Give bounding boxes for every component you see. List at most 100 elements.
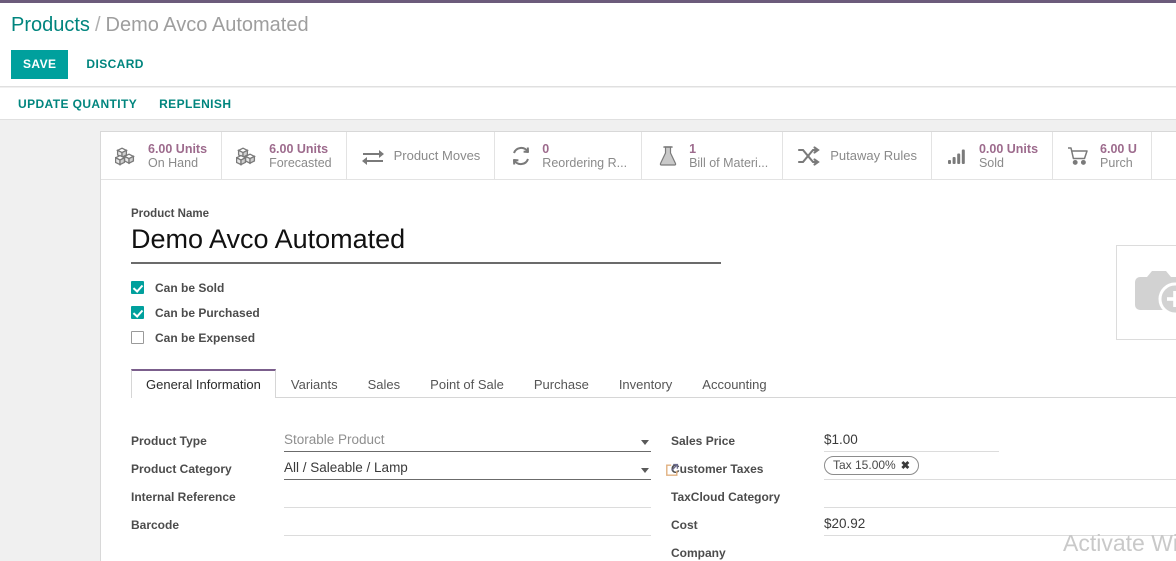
product-name-input[interactable]: [131, 222, 721, 264]
fields-column-left: Product Type Storable Product Product Ca…: [131, 424, 679, 561]
refresh-icon: [509, 144, 533, 168]
stat-label: On Hand: [148, 156, 199, 170]
can-be-sold-label: Can be Sold: [155, 280, 225, 295]
field-label: Sales Price: [671, 434, 736, 448]
can-be-expensed-label: Can be Expensed: [155, 330, 256, 345]
stat-button-product-moves[interactable]: Product Moves: [347, 132, 496, 179]
control-panel: Products / Demo Avco Automated SAVE DISCAR…: [0, 3, 1176, 87]
stat-value: 6.00 U: [1100, 142, 1137, 156]
stat-button-bill-of-materials[interactable]: 1 Bill of Materi...: [642, 132, 784, 179]
field-value-wrap[interactable]: Storable Product: [284, 430, 651, 452]
field-label: Barcode: [131, 518, 180, 532]
form-body: Product Name Can be Sold Can be Purchase…: [101, 180, 1176, 561]
stat-label: Sold: [978, 156, 1004, 170]
stat-value: 1: [689, 142, 697, 156]
tab-purchase[interactable]: Purchase: [519, 369, 604, 398]
field-label: Customer Taxes: [671, 462, 764, 476]
can-be-purchased-checkbox[interactable]: [131, 306, 144, 319]
product-image-placeholder[interactable]: [1116, 245, 1176, 340]
field-cost: Cost $20.92: [671, 508, 1176, 536]
field-value-wrap[interactable]: $20.92: [824, 514, 1176, 536]
stat-label: Purch: [1100, 156, 1133, 170]
field-barcode: Barcode: [131, 508, 651, 536]
tab-sales[interactable]: Sales: [353, 369, 416, 398]
fields-column-right: Sales Price $1.00 Customer Taxes Tax 15.…: [671, 424, 1176, 561]
product-type-value: Storable Product: [284, 432, 385, 447]
stat-button-sold[interactable]: 0.00 Units Sold: [932, 132, 1054, 179]
field-label: Product Type: [131, 434, 207, 448]
field-label: TaxCloud Category: [671, 490, 781, 504]
field-label: Internal Reference: [131, 490, 236, 504]
field-product-category: Product Category All / Saleable / Lamp: [131, 452, 679, 480]
tab-point-of-sale[interactable]: Point of Sale: [415, 369, 519, 398]
stat-label: Bill of Materi...: [689, 156, 769, 170]
stat-value: 6.00 Units: [269, 142, 329, 156]
tab-variants[interactable]: Variants: [276, 369, 353, 398]
tab-general-information[interactable]: General Information: [131, 369, 276, 398]
can-be-sold-checkbox[interactable]: [131, 281, 144, 294]
field-customer-taxes: Customer Taxes Tax 15.00% ✖: [671, 452, 1176, 480]
bar-chart-icon: [946, 144, 970, 168]
secondary-action-bar: UPDATE QUANTITY REPLENISH: [0, 88, 1176, 120]
cost-value: $20.92: [824, 516, 866, 531]
record-action-buttons: SAVE DISCARD: [11, 50, 152, 79]
cubes-icon: [236, 144, 260, 168]
field-value-wrap[interactable]: [284, 514, 651, 536]
stat-button-reordering-rules[interactable]: 0 Reordering R...: [495, 132, 643, 179]
field-sales-price: Sales Price $1.00: [671, 424, 1176, 452]
field-value-wrap[interactable]: $1.00: [824, 430, 999, 452]
field-label: Product Category: [131, 462, 232, 476]
update-quantity-button[interactable]: UPDATE QUANTITY: [18, 97, 137, 111]
checkbox-row-can-be-expensed[interactable]: Can be Expensed: [131, 325, 1176, 350]
checkbox-row-can-be-sold[interactable]: Can be Sold: [131, 275, 1176, 300]
breadcrumb-separator: /: [94, 14, 101, 36]
discard-button[interactable]: DISCARD: [78, 50, 151, 79]
field-label: Cost: [671, 518, 698, 532]
field-value-wrap[interactable]: [824, 542, 1176, 561]
stat-button-putaway-rules[interactable]: Putaway Rules: [783, 132, 932, 179]
field-label: Company: [671, 546, 726, 560]
field-value-wrap[interactable]: [284, 486, 651, 508]
breadcrumb: Products / Demo Avco Automated: [11, 12, 309, 38]
replenish-button[interactable]: REPLENISH: [159, 97, 231, 111]
can-be-purchased-label: Can be Purchased: [155, 305, 260, 320]
cubes-icon: [115, 144, 139, 168]
field-product-type: Product Type Storable Product: [131, 424, 651, 452]
flask-icon: [656, 144, 680, 168]
sales-price-value: $1.00: [824, 432, 858, 447]
stat-label: Product Moves: [393, 148, 481, 163]
stat-value: 0.00 Units: [978, 142, 1039, 156]
shuffle-icon: [797, 144, 821, 168]
field-value-wrap[interactable]: Tax 15.00% ✖: [824, 456, 1176, 480]
tax-tag[interactable]: Tax 15.00% ✖: [824, 456, 919, 475]
exchange-icon: [361, 144, 385, 168]
stat-label: Reordering R...: [542, 156, 628, 170]
product-category-value: All / Saleable / Lamp: [284, 460, 408, 475]
stat-button-on-hand[interactable]: 6.00 Units On Hand: [101, 132, 223, 179]
tab-accounting[interactable]: Accounting: [687, 369, 781, 398]
checkbox-row-can-be-purchased[interactable]: Can be Purchased: [131, 300, 1176, 325]
notebook-tabs: General Information Variants Sales Point…: [131, 368, 1176, 398]
breadcrumb-current: Demo Avco Automated: [105, 14, 309, 36]
field-internal-reference: Internal Reference: [131, 480, 651, 508]
chevron-down-icon[interactable]: [641, 468, 649, 473]
can-be-expensed-checkbox[interactable]: [131, 331, 144, 344]
general-information-pane: Product Type Storable Product Product Ca…: [131, 424, 1176, 561]
tax-tag-label: Tax 15.00%: [833, 458, 896, 472]
field-value-wrap[interactable]: All / Saleable / Lamp: [284, 458, 679, 480]
stat-button-purchased[interactable]: 6.00 U Purch: [1053, 132, 1152, 179]
save-button[interactable]: SAVE: [11, 50, 69, 79]
external-link-icon[interactable]: [665, 463, 679, 477]
breadcrumb-parent-link[interactable]: Products: [11, 14, 90, 36]
chevron-down-icon[interactable]: [641, 440, 649, 445]
stat-button-forecasted[interactable]: 6.00 Units Forecasted: [222, 132, 347, 179]
stat-label: Putaway Rules: [830, 148, 917, 163]
stat-value: 6.00 Units: [148, 142, 208, 156]
field-value-wrap[interactable]: [824, 486, 1176, 508]
stat-button-bar: 6.00 Units On Hand 6.00 Units Forecasted…: [101, 132, 1176, 180]
tab-inventory[interactable]: Inventory: [604, 369, 687, 398]
stat-label: Forecasted: [269, 156, 332, 170]
field-taxcloud-category: TaxCloud Category: [671, 480, 1176, 508]
camera-add-icon: [1131, 267, 1176, 319]
close-icon[interactable]: ✖: [901, 459, 910, 472]
